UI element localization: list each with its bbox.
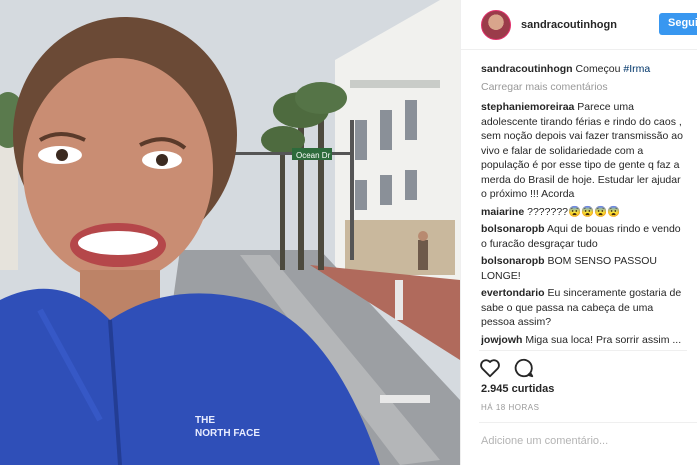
list-item: maiarine ???????😨😨😨😨 xyxy=(481,205,689,220)
post-timestamp[interactable]: HÁ 18 HORAS xyxy=(481,403,539,412)
likes-count[interactable]: 2.945 curtidas xyxy=(481,383,554,395)
caption-text: Começou xyxy=(575,63,621,75)
heart-icon[interactable] xyxy=(479,357,501,379)
comment-icon[interactable] xyxy=(513,357,535,379)
caption: sandracoutinhogn Começou #Irma xyxy=(481,62,689,77)
follow-button[interactable]: Seguir xyxy=(659,13,697,35)
author-username[interactable]: sandracoutinhogn xyxy=(521,19,617,31)
list-item: evertondario Eu sinceramente gostaria de… xyxy=(481,286,689,330)
comment-user[interactable]: maiarine xyxy=(481,206,524,218)
list-item: jowjowh Miga sua loca! Pra sorrir assim … xyxy=(481,333,689,347)
add-comment-input[interactable]: Adicione um comentário... xyxy=(479,422,697,462)
list-item: bolsonaropb Aqui de bouas rindo e vendo … xyxy=(481,222,689,251)
post-header: sandracoutinhogn Seguir xyxy=(461,0,697,50)
comment-text: ???????😨😨😨😨 xyxy=(527,205,621,218)
jacket-logo: THE xyxy=(195,415,215,426)
comment-user[interactable]: evertondario xyxy=(481,287,545,299)
post-actions xyxy=(479,350,687,380)
load-more-comments[interactable]: Carregar mais comentários xyxy=(481,80,689,95)
list-item: stephaniemoreiraa Parece uma adolescente… xyxy=(481,100,689,202)
post-panel: sandracoutinhogn Seguir sandracoutinhogn… xyxy=(460,0,697,465)
comment-user[interactable]: stephaniemoreiraa xyxy=(481,101,574,113)
comment-text: Parece uma adolescente tirando férias e … xyxy=(481,101,683,200)
comments-list[interactable]: sandracoutinhogn Começou #Irma Carregar … xyxy=(481,62,689,346)
street-sign: Ocean Dr xyxy=(296,151,331,160)
comment-user[interactable]: bolsonaropb xyxy=(481,223,545,235)
list-item: bolsonaropb BOM SENSO PASSOU LONGE! xyxy=(481,254,689,283)
caption-hashtag[interactable]: #Irma xyxy=(623,63,650,75)
post-photo: Ocean Dr THE NORTH FACE xyxy=(0,0,460,465)
comment-user[interactable]: bolsonaropb xyxy=(481,255,545,267)
selfie-image: Ocean Dr THE NORTH FACE xyxy=(0,0,460,465)
comment-user[interactable]: jowjowh xyxy=(481,334,522,346)
caption-user[interactable]: sandracoutinhogn xyxy=(481,63,573,75)
svg-text:NORTH FACE: NORTH FACE xyxy=(195,428,260,439)
author-avatar[interactable] xyxy=(481,9,511,40)
